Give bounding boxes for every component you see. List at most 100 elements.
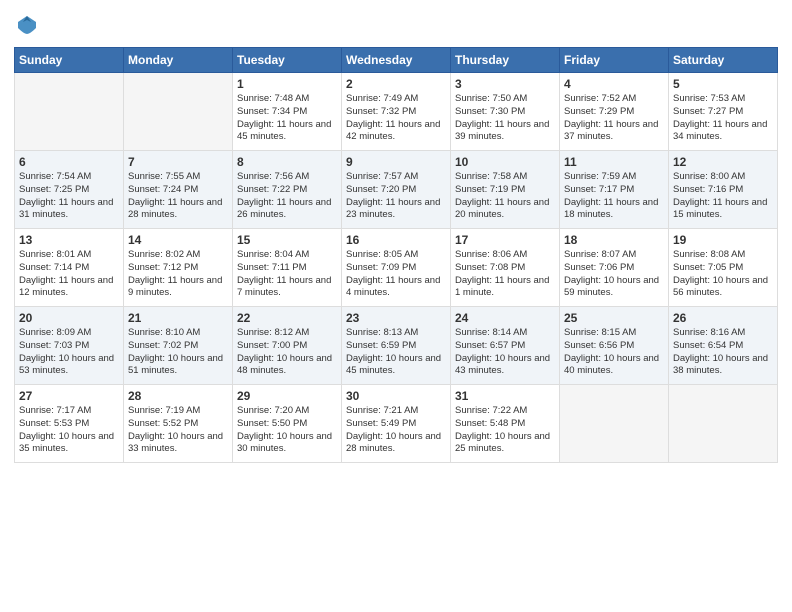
calendar-cell: 25 Sunrise: 8:15 AMSunset: 6:56 PMDayligh… (560, 307, 669, 385)
calendar-cell: 11 Sunrise: 7:59 AMSunset: 7:17 PMDayligh… (560, 151, 669, 229)
calendar-cell: 29 Sunrise: 7:20 AMSunset: 5:50 PMDayligh… (233, 385, 342, 463)
day-info: Sunrise: 8:08 AMSunset: 7:05 PMDaylight:… (673, 249, 773, 300)
day-info: Sunrise: 7:53 AMSunset: 7:27 PMDaylight:… (673, 93, 773, 144)
day-info: Sunrise: 7:58 AMSunset: 7:19 PMDaylight:… (455, 171, 555, 222)
day-number: 14 (128, 233, 228, 247)
day-number: 25 (564, 311, 664, 325)
logo-text (14, 14, 38, 41)
calendar-header-row: SundayMondayTuesdayWednesdayThursdayFrid… (15, 48, 778, 73)
calendar-cell: 26 Sunrise: 8:16 AMSunset: 6:54 PMDayligh… (669, 307, 778, 385)
calendar-week-row: 6 Sunrise: 7:54 AMSunset: 7:25 PMDaylight… (15, 151, 778, 229)
header (14, 10, 778, 41)
day-info: Sunrise: 7:59 AMSunset: 7:17 PMDaylight:… (564, 171, 664, 222)
day-info: Sunrise: 8:02 AMSunset: 7:12 PMDaylight:… (128, 249, 228, 300)
calendar-cell (124, 73, 233, 151)
page-container: SundayMondayTuesdayWednesdayThursdayFrid… (0, 0, 792, 473)
calendar-week-row: 1Sunrise: 7:48 AMSunset: 7:34 PMDaylight… (15, 73, 778, 151)
day-number: 5 (673, 77, 773, 91)
calendar-cell: 14 Sunrise: 8:02 AMSunset: 7:12 PMDayligh… (124, 229, 233, 307)
day-header-sunday: Sunday (15, 48, 124, 73)
day-info: Sunrise: 8:10 AMSunset: 7:02 PMDaylight:… (128, 327, 228, 378)
calendar-cell (15, 73, 124, 151)
calendar-cell: 21 Sunrise: 8:10 AMSunset: 7:02 PMDayligh… (124, 307, 233, 385)
day-number: 18 (564, 233, 664, 247)
day-info: Sunrise: 8:06 AMSunset: 7:08 PMDaylight:… (455, 249, 555, 300)
calendar-cell: 8Sunrise: 7:56 AMSunset: 7:22 PMDaylight… (233, 151, 342, 229)
day-info: Sunrise: 8:09 AMSunset: 7:03 PMDaylight:… (19, 327, 119, 378)
day-info: Sunrise: 8:05 AMSunset: 7:09 PMDaylight:… (346, 249, 446, 300)
day-info: Sunrise: 8:00 AMSunset: 7:16 PMDaylight:… (673, 171, 773, 222)
day-info: Sunrise: 8:15 AMSunset: 6:56 PMDaylight:… (564, 327, 664, 378)
day-number: 1 (237, 77, 337, 91)
day-number: 24 (455, 311, 555, 325)
day-number: 9 (346, 155, 446, 169)
day-number: 29 (237, 389, 337, 403)
calendar-cell: 23 Sunrise: 8:13 AMSunset: 6:59 PMDayligh… (342, 307, 451, 385)
calendar-cell: 7 Sunrise: 7:55 AMSunset: 7:24 PMDaylight… (124, 151, 233, 229)
calendar-cell: 12 Sunrise: 8:00 AMSunset: 7:16 PMDayligh… (669, 151, 778, 229)
day-number: 6 (19, 155, 119, 169)
day-number: 27 (19, 389, 119, 403)
day-number: 28 (128, 389, 228, 403)
day-info: Sunrise: 7:57 AMSunset: 7:20 PMDaylight:… (346, 171, 446, 222)
day-info: Sunrise: 7:50 AMSunset: 7:30 PMDaylight:… (455, 93, 555, 144)
calendar-cell: 18 Sunrise: 8:07 AMSunset: 7:06 PMDayligh… (560, 229, 669, 307)
day-header-thursday: Thursday (451, 48, 560, 73)
calendar-cell: 13Sunrise: 8:01 AMSunset: 7:14 PMDayligh… (15, 229, 124, 307)
day-info: Sunrise: 7:20 AMSunset: 5:50 PMDaylight:… (237, 405, 337, 456)
day-number: 2 (346, 77, 446, 91)
day-header-wednesday: Wednesday (342, 48, 451, 73)
day-number: 11 (564, 155, 664, 169)
day-info: Sunrise: 7:49 AMSunset: 7:32 PMDaylight:… (346, 93, 446, 144)
calendar-cell: 1Sunrise: 7:48 AMSunset: 7:34 PMDaylight… (233, 73, 342, 151)
day-info: Sunrise: 7:55 AMSunset: 7:24 PMDaylight:… (128, 171, 228, 222)
day-number: 26 (673, 311, 773, 325)
day-number: 7 (128, 155, 228, 169)
calendar-week-row: 13Sunrise: 8:01 AMSunset: 7:14 PMDayligh… (15, 229, 778, 307)
calendar-cell: 9 Sunrise: 7:57 AMSunset: 7:20 PMDaylight… (342, 151, 451, 229)
calendar-week-row: 27 Sunrise: 7:17 AMSunset: 5:53 PMDayligh… (15, 385, 778, 463)
calendar-cell (669, 385, 778, 463)
day-number: 15 (237, 233, 337, 247)
calendar-cell: 19Sunrise: 8:08 AMSunset: 7:05 PMDayligh… (669, 229, 778, 307)
calendar-cell: 27 Sunrise: 7:17 AMSunset: 5:53 PMDayligh… (15, 385, 124, 463)
calendar-cell: 22 Sunrise: 8:12 AMSunset: 7:00 PMDayligh… (233, 307, 342, 385)
day-info: Sunrise: 7:54 AMSunset: 7:25 PMDaylight:… (19, 171, 119, 222)
calendar-cell: 20Sunrise: 8:09 AMSunset: 7:03 PMDayligh… (15, 307, 124, 385)
day-info: Sunrise: 7:22 AMSunset: 5:48 PMDaylight:… (455, 405, 555, 456)
day-info: Sunrise: 8:16 AMSunset: 6:54 PMDaylight:… (673, 327, 773, 378)
day-number: 4 (564, 77, 664, 91)
calendar-cell: 17 Sunrise: 8:06 AMSunset: 7:08 PMDayligh… (451, 229, 560, 307)
calendar-cell: 15Sunrise: 8:04 AMSunset: 7:11 PMDayligh… (233, 229, 342, 307)
day-number: 23 (346, 311, 446, 325)
day-info: Sunrise: 8:13 AMSunset: 6:59 PMDaylight:… (346, 327, 446, 378)
calendar-cell: 30 Sunrise: 7:21 AMSunset: 5:49 PMDayligh… (342, 385, 451, 463)
calendar-cell: 2 Sunrise: 7:49 AMSunset: 7:32 PMDaylight… (342, 73, 451, 151)
day-header-tuesday: Tuesday (233, 48, 342, 73)
day-info: Sunrise: 7:17 AMSunset: 5:53 PMDaylight:… (19, 405, 119, 456)
calendar-cell: 28 Sunrise: 7:19 AMSunset: 5:52 PMDayligh… (124, 385, 233, 463)
calendar-cell: 10 Sunrise: 7:58 AMSunset: 7:19 PMDayligh… (451, 151, 560, 229)
day-number: 31 (455, 389, 555, 403)
day-number: 12 (673, 155, 773, 169)
calendar-week-row: 20Sunrise: 8:09 AMSunset: 7:03 PMDayligh… (15, 307, 778, 385)
day-number: 3 (455, 77, 555, 91)
calendar-cell: 16 Sunrise: 8:05 AMSunset: 7:09 PMDayligh… (342, 229, 451, 307)
day-info: Sunrise: 8:07 AMSunset: 7:06 PMDaylight:… (564, 249, 664, 300)
day-info: Sunrise: 8:14 AMSunset: 6:57 PMDaylight:… (455, 327, 555, 378)
day-number: 22 (237, 311, 337, 325)
day-number: 30 (346, 389, 446, 403)
day-info: Sunrise: 7:52 AMSunset: 7:29 PMDaylight:… (564, 93, 664, 144)
calendar-cell: 5 Sunrise: 7:53 AMSunset: 7:27 PMDaylight… (669, 73, 778, 151)
logo (14, 14, 38, 41)
day-number: 21 (128, 311, 228, 325)
day-info: Sunrise: 7:19 AMSunset: 5:52 PMDaylight:… (128, 405, 228, 456)
day-number: 16 (346, 233, 446, 247)
day-number: 17 (455, 233, 555, 247)
day-info: Sunrise: 8:12 AMSunset: 7:00 PMDaylight:… (237, 327, 337, 378)
day-number: 10 (455, 155, 555, 169)
day-info: Sunrise: 7:21 AMSunset: 5:49 PMDaylight:… (346, 405, 446, 456)
day-number: 8 (237, 155, 337, 169)
logo-icon (16, 14, 38, 36)
day-info: Sunrise: 8:01 AMSunset: 7:14 PMDaylight:… (19, 249, 119, 300)
